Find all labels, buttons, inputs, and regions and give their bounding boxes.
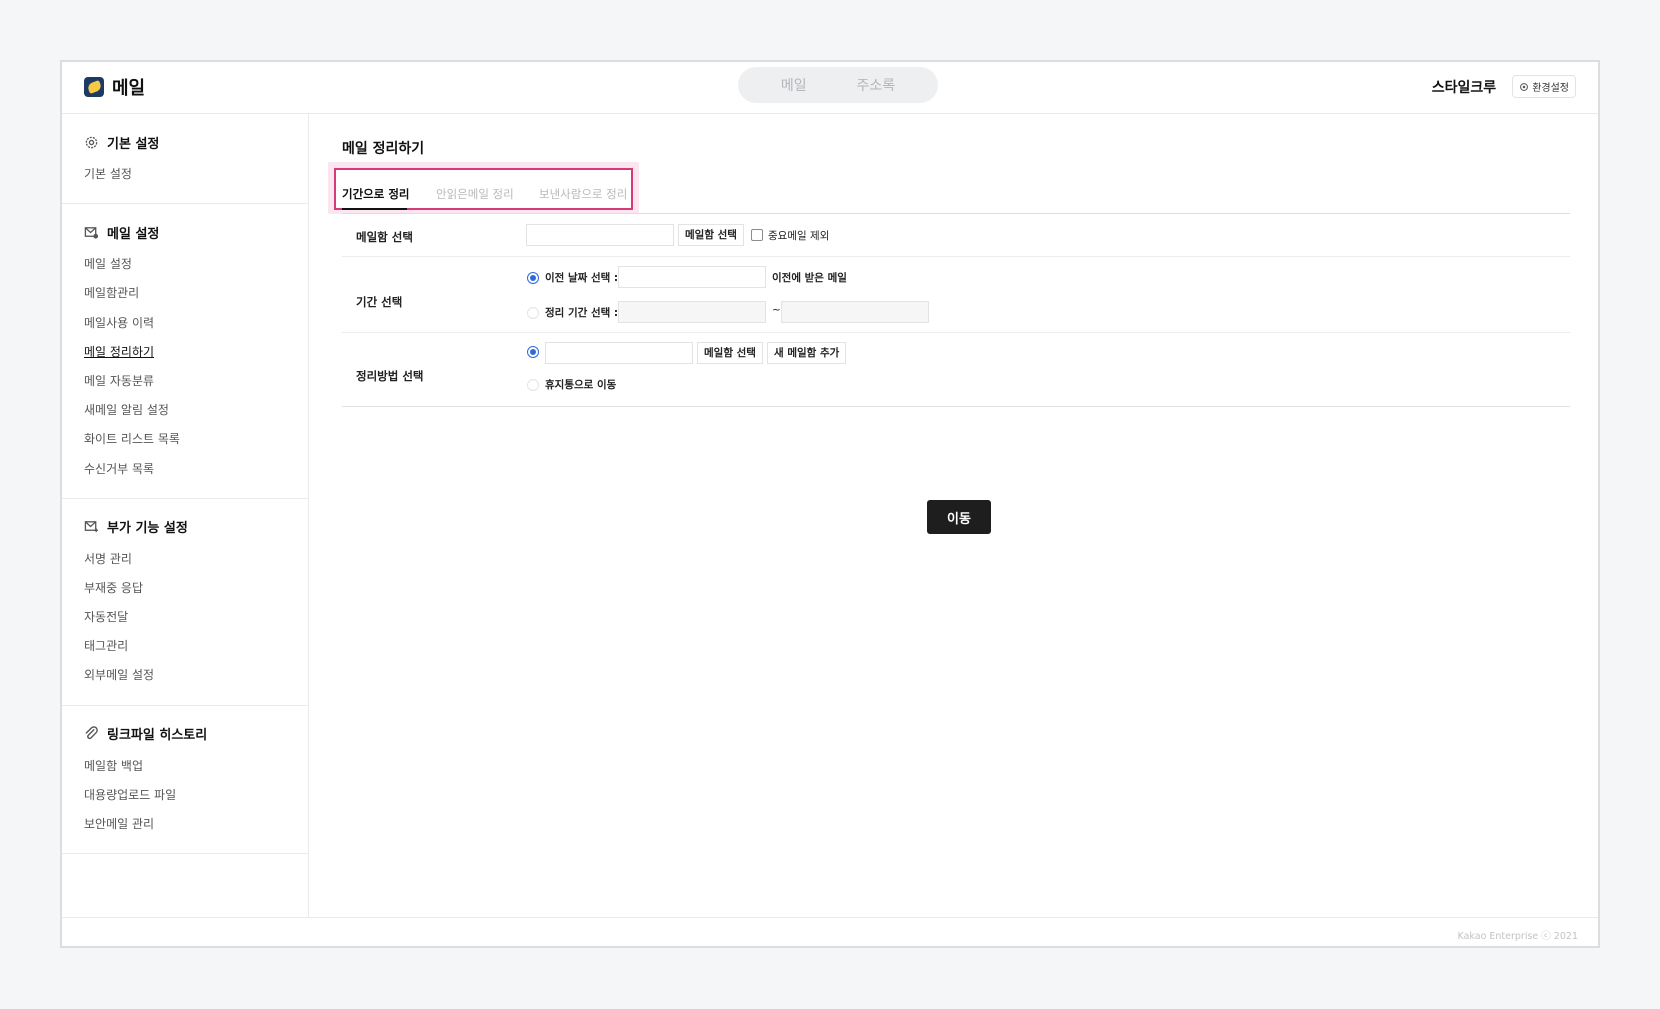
sidebar-section-title: 메일 설정 bbox=[84, 221, 308, 243]
trash-radio[interactable] bbox=[527, 379, 539, 391]
mail-logo-icon bbox=[84, 77, 104, 97]
trash-label: 휴지통으로 이동 bbox=[545, 379, 617, 391]
sidebar-title-label: 메일 설정 bbox=[107, 226, 160, 242]
new-mailbox-button[interactable]: 새 메일함 추가 bbox=[767, 342, 847, 364]
sidebar-section-title: 링크파일 히스토리 bbox=[84, 723, 308, 745]
form-top-divider bbox=[342, 213, 1570, 214]
sidebar-section-title: 기본 설정 bbox=[84, 131, 308, 153]
before-date-input[interactable] bbox=[618, 266, 766, 288]
top-tabs: 메일 주소록 bbox=[738, 67, 938, 103]
sidebar-item-mailbox-manage[interactable]: 메일함관리 bbox=[84, 279, 308, 308]
sidebar-section-mail: 메일 설정 메일 설정 메일함관리 메일사용 이력 메일 정리하기 메일 자동분… bbox=[62, 204, 308, 499]
mail-plus-icon bbox=[84, 521, 99, 533]
before-date-suffix: 이전에 받은 메일 bbox=[772, 272, 847, 284]
footer-copyright: Kakao Enterprise ⓒ 2021 bbox=[1457, 931, 1578, 942]
tab-mail[interactable]: 메일 bbox=[781, 75, 807, 95]
logo[interactable]: 메일 bbox=[84, 74, 145, 100]
move-button[interactable]: 이동 bbox=[927, 500, 991, 534]
mailbox-input[interactable] bbox=[526, 224, 674, 246]
sidebar-item-mailbox-backup[interactable]: 메일함 백업 bbox=[84, 752, 308, 781]
mailbox-select-label: 메일함 선택 bbox=[356, 230, 413, 244]
range-separator: ~ bbox=[772, 304, 781, 316]
range-radio[interactable] bbox=[527, 307, 539, 319]
gear-icon bbox=[1520, 82, 1529, 91]
sidebar-item-forwarding[interactable]: 자동전달 bbox=[84, 603, 308, 632]
tab-by-sender[interactable]: 보낸사람으로 정리 bbox=[539, 186, 627, 202]
sidebar-item-whitelist[interactable]: 화이트 리스트 목록 bbox=[84, 425, 308, 454]
header-right: 스타일크루 환경설정 bbox=[1432, 75, 1576, 98]
row-divider bbox=[342, 256, 1570, 257]
logo-text: 메일 bbox=[112, 78, 146, 99]
range-end-input[interactable] bbox=[781, 301, 929, 323]
row-divider bbox=[342, 332, 1570, 333]
range-label: 정리 기간 선택 : bbox=[545, 307, 619, 319]
sidebar-section-extra: 부가 기능 설정 서명 관리 부재중 응답 자동전달 태그관리 외부메일 설정 bbox=[62, 499, 308, 706]
active-tab-underline bbox=[342, 208, 407, 210]
sidebar-section-linkfile: 링크파일 히스토리 메일함 백업 대용량업로드 파일 보안메일 관리 bbox=[62, 706, 308, 855]
page-title: 메일 정리하기 bbox=[342, 141, 425, 157]
sidebar-item-mail-cleanup[interactable]: 메일 정리하기 bbox=[84, 338, 308, 367]
method-select-label: 정리방법 선택 bbox=[356, 369, 424, 383]
tab-by-period[interactable]: 기간으로 정리 bbox=[342, 186, 409, 202]
settings-label: 환경설정 bbox=[1532, 83, 1569, 94]
mailbox-select-button[interactable]: 메일함 선택 bbox=[678, 224, 744, 246]
tab-unread-cleanup[interactable]: 안읽은메일 정리 bbox=[436, 186, 514, 202]
sidebar-item-auto-classify[interactable]: 메일 자동분류 bbox=[84, 367, 308, 396]
exclude-important-label: 중요메일 제외 bbox=[768, 230, 830, 242]
sidebar-item-tags[interactable]: 태그관리 bbox=[84, 632, 308, 661]
form-bottom-divider bbox=[342, 406, 1570, 407]
sidebar-item-new-mail-alert[interactable]: 새메일 알림 설정 bbox=[84, 396, 308, 425]
sidebar-section-basic: 기본 설정 기본 설정 bbox=[62, 114, 308, 205]
sidebar-item-signature[interactable]: 서명 관리 bbox=[84, 545, 308, 574]
sidebar-item-auto-reply[interactable]: 부재중 응답 bbox=[84, 574, 308, 603]
sidebar-item-blocklist[interactable]: 수신거부 목록 bbox=[84, 455, 308, 484]
before-date-label: 이전 날짜 선택 : bbox=[545, 272, 619, 284]
footer-divider bbox=[62, 917, 1598, 918]
mail-settings-icon bbox=[84, 226, 99, 239]
sidebar-item-large-upload[interactable]: 대용량업로드 파일 bbox=[84, 781, 308, 810]
app-window: 메일 메일 주소록 스타일크루 환경설정 기본 설정 기본 설정 메일 설정 메… bbox=[60, 60, 1600, 948]
sidebar-title-label: 부가 기능 설정 bbox=[107, 521, 188, 537]
exclude-important-checkbox[interactable] bbox=[751, 229, 763, 241]
tab-addressbook[interactable]: 주소록 bbox=[856, 75, 895, 95]
target-mailbox-input[interactable] bbox=[545, 342, 693, 364]
period-select-label: 기간 선택 bbox=[356, 295, 403, 309]
header: 메일 메일 주소록 스타일크루 환경설정 bbox=[62, 62, 1598, 114]
sidebar-item-basic-settings[interactable]: 기본 설정 bbox=[84, 160, 308, 189]
before-date-radio[interactable] bbox=[527, 272, 539, 284]
sidebar-item-secure-mail[interactable]: 보안메일 관리 bbox=[84, 810, 308, 839]
gear-icon bbox=[85, 136, 98, 148]
sidebar-item-mail-settings[interactable]: 메일 설정 bbox=[84, 250, 308, 279]
sidebar-item-mail-usage-history[interactable]: 메일사용 이력 bbox=[84, 309, 308, 338]
move-to-mailbox-radio[interactable] bbox=[527, 346, 539, 358]
sidebar: 기본 설정 기본 설정 메일 설정 메일 설정 메일함관리 메일사용 이력 메일… bbox=[62, 114, 309, 917]
sidebar-title-label: 링크파일 히스토리 bbox=[107, 728, 208, 744]
paperclip-icon bbox=[85, 726, 98, 740]
user-name[interactable]: 스타일크루 bbox=[1432, 77, 1496, 97]
settings-button[interactable]: 환경설정 bbox=[1512, 75, 1576, 98]
sidebar-item-external-mail[interactable]: 외부메일 설정 bbox=[84, 661, 308, 690]
method-mailbox-select-button[interactable]: 메일함 선택 bbox=[697, 342, 763, 364]
sidebar-title-label: 기본 설정 bbox=[107, 136, 160, 152]
sidebar-section-title: 부가 기능 설정 bbox=[84, 516, 308, 538]
range-start-input[interactable] bbox=[618, 301, 766, 323]
